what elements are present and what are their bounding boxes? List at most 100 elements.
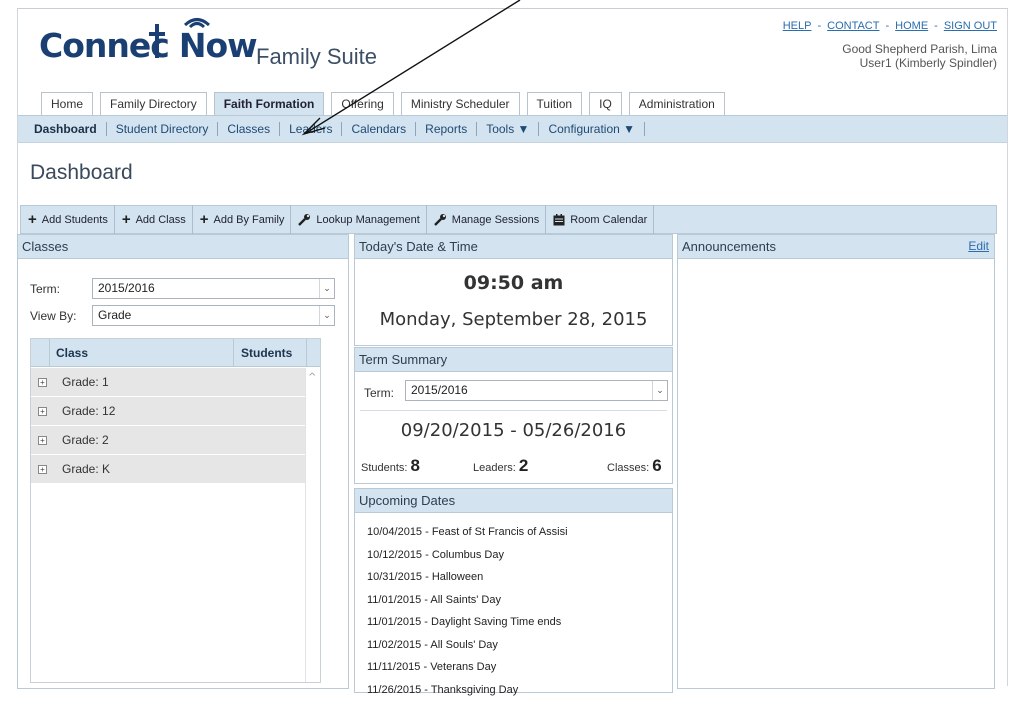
plus-icon: + <box>122 211 131 228</box>
help-link[interactable]: HELP <box>783 20 812 32</box>
add-by-family-button[interactable]: + Add By Family <box>193 205 292 234</box>
upcoming-dates-panel: Upcoming Dates 10/04/2015 - Feast of St … <box>354 488 673 693</box>
subnav-tools-menu[interactable]: Tools ▼ <box>477 122 539 136</box>
divider <box>360 410 667 411</box>
announcements-panel: Announcements Edit <box>677 234 995 689</box>
lookup-management-label: Lookup Management <box>316 214 419 226</box>
suite-title: Family Suite <box>256 44 377 70</box>
action-toolbar: + Add Students + Add Class + Add By Fami… <box>20 205 997 234</box>
classes-value: 6 <box>652 456 661 475</box>
page-title: Dashboard <box>30 161 133 185</box>
expand-icon[interactable]: + <box>38 407 47 416</box>
tab-family-directory[interactable]: Family Directory <box>100 92 207 116</box>
grid-divider <box>49 339 50 367</box>
home-link[interactable]: HOME <box>895 20 928 32</box>
subnav-reports[interactable]: Reports <box>416 122 477 136</box>
viewby-select[interactable]: Grade ⌄ <box>92 305 335 326</box>
subnav-dashboard[interactable]: Dashboard <box>30 122 107 136</box>
classes-label: Classes: <box>607 462 649 474</box>
contact-link[interactable]: CONTACT <box>827 20 879 32</box>
list-item: 11/01/2015 - All Saints' Day <box>367 589 568 612</box>
term-date-range: 09/20/2015 - 05/26/2016 <box>355 420 672 441</box>
grid-scrollbar[interactable]: ^ <box>305 368 320 682</box>
wifi-icon <box>182 14 212 30</box>
chevron-down-icon: ⌄ <box>652 381 667 400</box>
table-row[interactable]: + Grade: 2 <box>31 426 306 455</box>
room-calendar-label: Room Calendar <box>570 214 647 226</box>
column-header-students[interactable]: Students <box>241 346 292 360</box>
upcoming-dates-list: 10/04/2015 - Feast of St Francis of Assi… <box>367 521 568 701</box>
tab-faith-formation[interactable]: Faith Formation <box>214 92 325 117</box>
wrench-icon <box>298 213 311 226</box>
current-date: Monday, September 28, 2015 <box>355 309 672 330</box>
row-label: Grade: 2 <box>62 433 109 447</box>
term-select[interactable]: 2015/2016 ⌄ <box>92 278 335 299</box>
summary-term-label: Term: <box>364 386 394 400</box>
logo-cross-bar <box>149 32 165 36</box>
tab-administration[interactable]: Administration <box>629 92 725 116</box>
subnav-calendars[interactable]: Calendars <box>342 122 416 136</box>
expand-icon[interactable]: + <box>38 378 47 387</box>
summary-term-select[interactable]: 2015/2016 ⌄ <box>405 380 668 401</box>
row-label: Grade: 12 <box>62 404 115 418</box>
announcements-header: Announcements Edit <box>678 235 994 259</box>
students-value: 8 <box>410 456 419 475</box>
account-info: Good Shepherd Parish, Lima User1 (Kimber… <box>842 42 997 70</box>
sub-navigation: Dashboard Student Directory Classes Lead… <box>18 115 1007 143</box>
connectnow-logo[interactable]: ConnecNow <box>39 26 257 65</box>
term-label: Term: <box>30 282 60 296</box>
plus-icon: + <box>28 211 37 228</box>
user-name: User1 (Kimberly Spindler) <box>842 56 997 70</box>
sep: - <box>928 20 944 32</box>
grid-divider <box>233 339 234 367</box>
top-links: HELP-CONTACT-HOME-SIGN OUT <box>783 20 997 32</box>
table-row[interactable]: + Grade: 12 <box>31 397 306 426</box>
sep: - <box>879 20 895 32</box>
column-header-class[interactable]: Class <box>56 346 88 360</box>
upcoming-dates-title: Upcoming Dates <box>355 489 672 513</box>
row-label: Grade: K <box>62 462 110 476</box>
students-label: Students: <box>361 462 407 474</box>
scroll-up-icon[interactable]: ^ <box>308 372 316 383</box>
manage-sessions-label: Manage Sessions <box>452 214 539 226</box>
tab-tuition[interactable]: Tuition <box>527 92 583 116</box>
tab-iq[interactable]: IQ <box>589 92 622 116</box>
list-item: 10/04/2015 - Feast of St Francis of Assi… <box>367 521 568 544</box>
lookup-management-button[interactable]: Lookup Management <box>291 205 426 234</box>
subnav-student-directory[interactable]: Student Directory <box>107 122 219 136</box>
table-row[interactable]: + Grade: K <box>31 455 306 484</box>
subnav-leaders[interactable]: Leaders <box>280 122 342 136</box>
row-label: Grade: 1 <box>62 375 109 389</box>
logo-text: ConnecNow <box>39 26 257 65</box>
expand-icon[interactable]: + <box>38 436 47 445</box>
parish-name: Good Shepherd Parish, Lima <box>842 42 997 56</box>
list-item: 10/31/2015 - Halloween <box>367 566 568 589</box>
sign-out-link[interactable]: SIGN OUT <box>944 20 997 32</box>
leaders-count: Leaders:2 <box>473 456 528 476</box>
subnav-classes[interactable]: Classes <box>218 122 280 136</box>
edit-announcements-link[interactable]: Edit <box>968 235 989 258</box>
grid-header: Class Students <box>31 339 320 367</box>
tab-offering[interactable]: Offering <box>331 92 393 116</box>
tab-ministry-scheduler[interactable]: Ministry Scheduler <box>401 92 520 116</box>
list-item: 11/11/2015 - Veterans Day <box>367 656 568 679</box>
leaders-value: 2 <box>519 456 528 475</box>
app-window: ConnecNow Family Suite HELP-CONTACT-HOME… <box>17 8 1008 686</box>
subnav-configuration-menu[interactable]: Configuration ▼ <box>539 122 645 136</box>
table-row[interactable]: + Grade: 1 <box>31 368 306 397</box>
calendar-icon <box>553 214 565 226</box>
plus-icon: + <box>200 211 209 228</box>
term-select-value: 2015/2016 <box>98 281 155 295</box>
tab-home[interactable]: Home <box>41 92 93 116</box>
expand-icon[interactable]: + <box>38 465 47 474</box>
datetime-panel-title: Today's Date & Time <box>355 235 672 259</box>
classes-grid: Class Students + Grade: 1 + Grade: 12 + … <box>30 338 321 683</box>
list-item: 11/02/2015 - All Souls' Day <box>367 634 568 657</box>
room-calendar-button[interactable]: Room Calendar <box>546 205 654 234</box>
add-class-button[interactable]: + Add Class <box>115 205 193 234</box>
classes-panel-title: Classes <box>18 235 348 259</box>
summary-term-value: 2015/2016 <box>411 383 468 397</box>
manage-sessions-button[interactable]: Manage Sessions <box>427 205 546 234</box>
classes-count: Classes:6 <box>607 456 662 476</box>
add-students-button[interactable]: + Add Students <box>21 205 115 234</box>
